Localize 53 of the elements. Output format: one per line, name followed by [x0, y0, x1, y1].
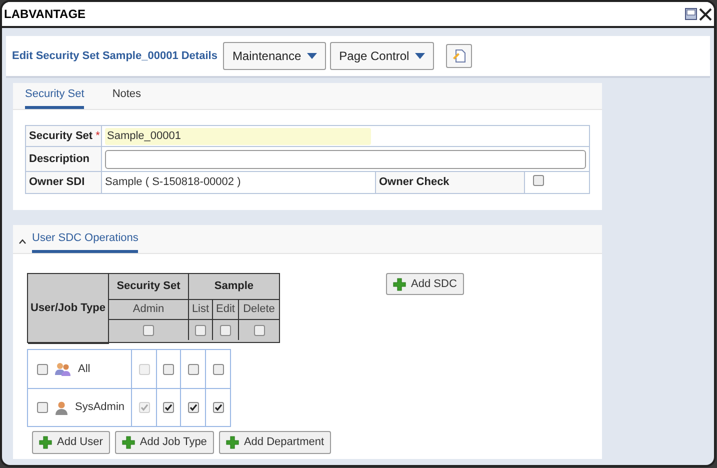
add-button[interactable]: Add Job Type: [114, 431, 214, 454]
menu-button[interactable]: Page Control: [330, 42, 434, 70]
field-label: Owner SDI: [29, 175, 85, 190]
caret-icon: [307, 53, 318, 59]
permission-checkbox[interactable]: [163, 402, 174, 413]
add-button[interactable]: Add Department: [218, 431, 332, 454]
window-title: LABVANTAGE: [4, 6, 86, 23]
field-label: Description: [29, 152, 90, 167]
column-header: Edit: [216, 302, 235, 318]
column-header: Delete: [243, 302, 275, 318]
owner-check-checkbox[interactable]: [533, 175, 544, 186]
plus-icon: [39, 436, 52, 449]
permission-checkbox[interactable]: [188, 402, 198, 413]
field-label: Security Set: [29, 128, 93, 144]
select-all-checkbox[interactable]: [254, 324, 264, 336]
group-header: Sample: [214, 279, 254, 294]
field-label: Owner Check: [379, 175, 450, 190]
plus-icon: [122, 436, 135, 449]
row-name: SysAdmin: [75, 400, 125, 416]
security-set-field[interactable]: Sample_00001: [105, 128, 371, 144]
page-title: Edit Security Set Sample_00001 Details: [12, 48, 218, 64]
permission-checkbox[interactable]: [188, 364, 198, 374]
tab[interactable]: Security Set: [25, 86, 84, 109]
add-sdc-button[interactable]: Add SDC: [386, 273, 464, 295]
permission-checkbox[interactable]: [212, 402, 224, 413]
maximize-icon[interactable]: [685, 8, 697, 20]
permission-checkbox[interactable]: [163, 364, 174, 374]
section-tab[interactable]: User SDC Operations: [32, 230, 138, 253]
select-all-checkbox[interactable]: [195, 324, 206, 336]
description-field[interactable]: [105, 150, 586, 168]
owner-sdi-value: Sample ( S-150818-00002 ): [105, 175, 241, 190]
note-icon: [452, 49, 466, 63]
close-icon[interactable]: [699, 8, 712, 20]
add-button[interactable]: Add User: [32, 431, 110, 454]
menu-button[interactable]: Maintenance: [223, 42, 326, 70]
select-all-checkbox[interactable]: [220, 324, 231, 336]
row-name: All: [78, 362, 90, 377]
plus-icon: [393, 278, 406, 290]
group-header: Security Set: [116, 279, 180, 294]
column-header: User/Job Type: [30, 300, 106, 316]
plus-icon: [226, 436, 239, 449]
tab[interactable]: Notes: [112, 86, 142, 109]
select-all-checkbox[interactable]: [143, 324, 154, 336]
column-header: List: [192, 302, 210, 318]
column-header: Admin: [132, 302, 164, 318]
required-mark: *: [96, 128, 100, 144]
notes-button[interactable]: [446, 44, 472, 68]
row-checkbox[interactable]: [37, 402, 48, 413]
row-checkbox[interactable]: [37, 364, 48, 374]
group-icon: [55, 362, 71, 376]
permission-checkbox[interactable]: [212, 364, 224, 374]
person-icon: [55, 400, 68, 414]
caret-icon: [415, 53, 426, 59]
